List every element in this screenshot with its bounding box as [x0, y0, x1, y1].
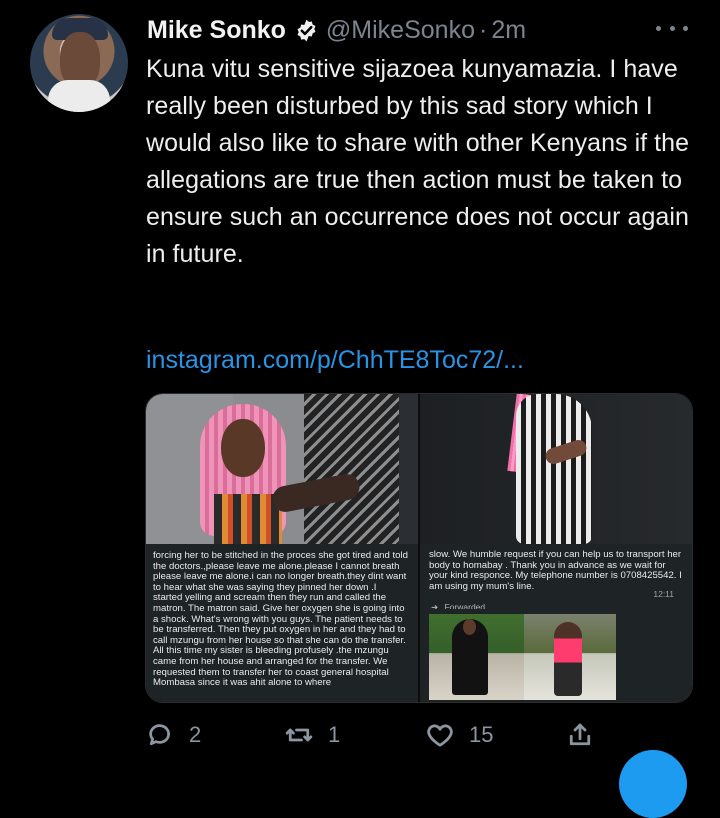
more-dot	[669, 25, 675, 31]
media-image-left[interactable]: forcing her to be stitched in the proces…	[146, 394, 418, 702]
more-dot	[656, 25, 661, 31]
user-handle[interactable]: @MikeSonko	[326, 16, 475, 45]
more-options-icon[interactable]	[656, 20, 688, 36]
reply-count: 2	[189, 722, 202, 747]
share-icon	[569, 723, 591, 746]
retweet-button[interactable]: 1	[284, 717, 340, 753]
tweet-actions: 2 1 15	[145, 717, 605, 753]
reply-icon	[149, 724, 170, 746]
heart-icon	[427, 724, 453, 747]
profile-avatar[interactable]	[30, 14, 128, 112]
media-image-right[interactable]: slow. We humble request if you can help …	[420, 394, 692, 702]
graduate-face	[463, 619, 476, 635]
share-button[interactable]	[565, 717, 595, 753]
right-message-text: slow. We humble request if you can help …	[429, 549, 682, 592]
background-person	[304, 394, 399, 544]
media-grid[interactable]: forcing her to be stitched in the proces…	[145, 393, 693, 703]
retweet-count: 1	[328, 722, 341, 747]
display-name[interactable]: Mike Sonko	[147, 16, 286, 45]
tweet-header: Mike Sonko @MikeSonko · 2m	[147, 13, 687, 47]
tweet-timestamp[interactable]: 2m	[491, 16, 526, 45]
retweet-icon	[285, 728, 313, 742]
patterned-dress	[214, 494, 282, 544]
forwarded-photos	[420, 609, 692, 702]
like-button[interactable]: 15	[425, 717, 493, 753]
woman-face	[221, 419, 265, 477]
casual-person	[554, 622, 582, 696]
avatar-shirt	[48, 80, 110, 112]
instagram-link[interactable]: instagram.com/p/ChhTE8Toc72/...	[146, 346, 524, 375]
like-count: 15	[469, 722, 494, 747]
message-screenshot-left: forcing her to be stitched in the proces…	[146, 544, 418, 702]
chat-time: 12:11	[653, 589, 674, 599]
striped-dress	[516, 394, 592, 544]
woman-photo	[146, 394, 418, 544]
message-screenshot-right: slow. We humble request if you can help …	[420, 544, 692, 612]
pregnant-woman-photo	[420, 394, 692, 544]
tweet-body: Kuna vitu sensitive sijazoea kunyamazia.…	[146, 55, 690, 268]
verified-badge-icon	[297, 19, 316, 41]
timestamp-separator: ·	[478, 15, 488, 44]
more-dot	[683, 25, 688, 31]
avatar-face	[60, 32, 100, 87]
reply-button[interactable]: 2	[145, 717, 201, 753]
compose-button[interactable]	[619, 750, 687, 818]
